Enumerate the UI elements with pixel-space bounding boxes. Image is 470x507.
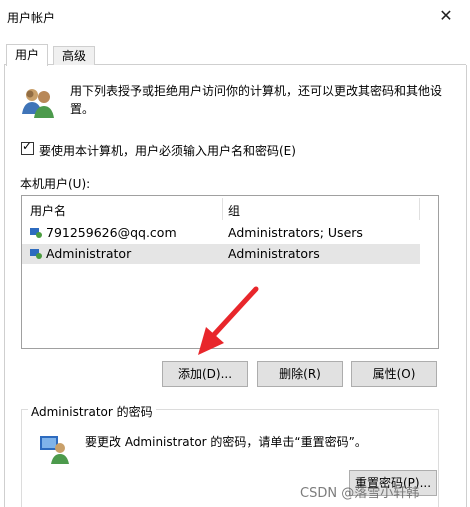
user-password-icon [40,436,69,464]
column-divider[interactable] [222,198,223,220]
red-arrow-annotation [198,286,259,355]
password-instruction: 要更改 Administrator 的密码，请单击“重置密码”。 [85,435,367,449]
description-text: 用下列表授予或拒绝用户访问你的计算机，还可以更改其密码和其他设置。 [70,84,443,116]
tab-users[interactable]: 用户 [6,44,49,66]
title-bar [0,0,470,34]
close-icon[interactable]: ✕ [437,6,455,26]
table-cell-username[interactable]: Administrator [46,246,131,261]
table-cell-group[interactable]: Administrators [228,246,320,261]
watermark: CSDN @落雪小轩韩 [300,486,420,501]
column-divider[interactable] [419,198,420,220]
remove-user-button[interactable]: 删除(R) [257,361,343,387]
window-title: 用户帐户 [7,11,56,25]
tab-advanced[interactable]: 高级 [53,46,96,65]
require-login-label[interactable]: 要使用本计算机，用户必须输入用户名和密码(E) [39,142,296,159]
users-icon [22,89,54,118]
user-icon [30,249,42,259]
table-cell-group[interactable]: Administrators; Users [228,225,363,240]
table-cell-username[interactable]: 791259626@qq.com [46,225,177,240]
column-header-username[interactable]: 用户名 [30,202,66,219]
user-icon [30,228,42,238]
local-users-label: 本机用户(U): [20,177,91,191]
checkmark-icon: ✓ [22,139,33,153]
properties-button[interactable]: 属性(O) [351,361,437,387]
column-header-group[interactable]: 组 [228,202,240,219]
password-group-title: Administrator 的密码 [28,403,156,420]
add-user-button[interactable]: 添加(D)... [162,361,248,387]
